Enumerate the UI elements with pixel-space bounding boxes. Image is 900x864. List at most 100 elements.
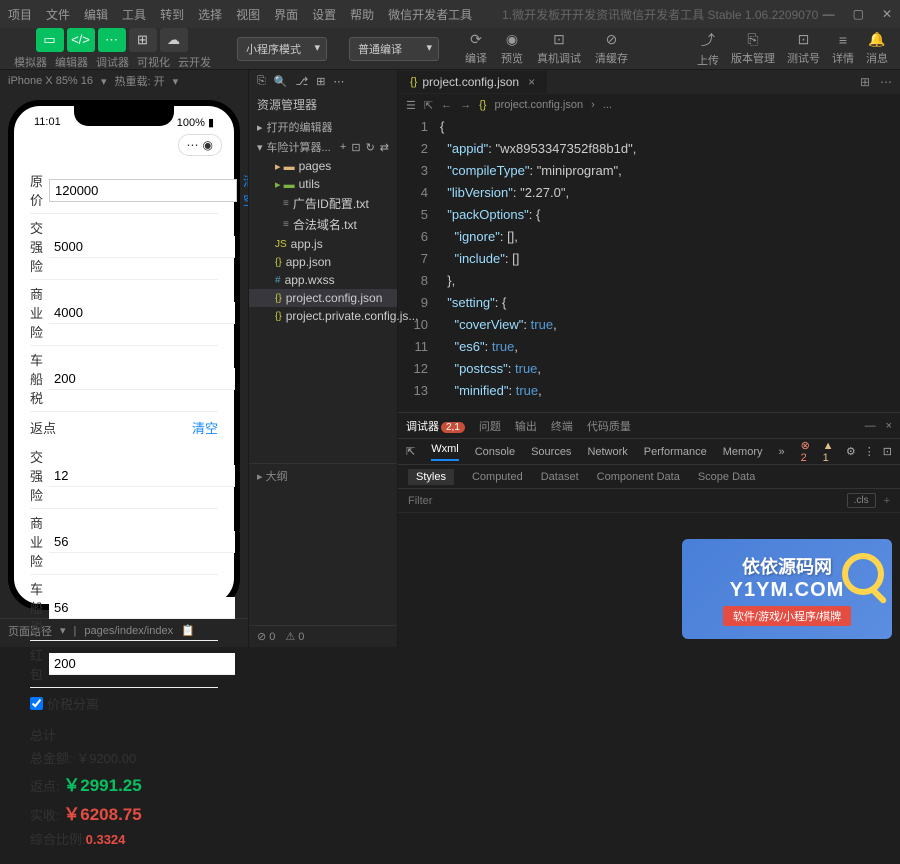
tree-app.wxss[interactable]: #app.wxss — [249, 271, 397, 289]
tab-performance[interactable]: Performance — [644, 446, 707, 458]
tab-computed[interactable]: Computed — [472, 471, 523, 483]
orig-input[interactable] — [49, 179, 237, 202]
tab-close-icon[interactable]: × — [528, 75, 535, 89]
mode-dropdown[interactable]: 小程序模式 — [237, 37, 327, 61]
minimize-icon[interactable]: — — [823, 7, 835, 21]
menu-转到[interactable]: 转到 — [160, 6, 184, 23]
min-icon[interactable]: — — [865, 420, 876, 432]
capsule-button[interactable]: ⋯◉ — [178, 134, 222, 156]
cc2-input[interactable] — [49, 597, 235, 619]
tab-styles[interactable]: Styles — [408, 469, 454, 485]
sy-input[interactable] — [49, 302, 235, 324]
tree-app.js[interactable]: JSapp.js — [249, 235, 397, 253]
tree-utils[interactable]: ▸ ▬utils — [249, 175, 397, 193]
add-icon[interactable]: + — [884, 495, 890, 507]
maximize-icon[interactable]: ▢ — [853, 7, 864, 21]
err-icon[interactable]: ⊘ 0 — [257, 630, 275, 643]
compile-dropdown[interactable]: 普通编译 — [349, 37, 439, 61]
project-name[interactable]: 车险计算器... — [267, 139, 331, 155]
code-editor[interactable]: 12345678910111213 { "appid": "wx89533473… — [398, 116, 900, 412]
menu-工具[interactable]: 工具 — [122, 6, 146, 23]
more-icon[interactable]: ⋯ — [880, 75, 892, 89]
close-icon[interactable]: ✕ — [882, 7, 892, 21]
menu-项目[interactable]: 项目 — [8, 6, 32, 23]
code-body[interactable]: { "appid": "wx8953347352f88b1d", "compil… — [440, 116, 900, 412]
split-icon[interactable]: ⊞ — [860, 75, 870, 89]
warn-count[interactable]: ▲ 1 — [823, 440, 838, 464]
warn-icon[interactable]: ⚠ 0 — [285, 630, 304, 643]
settings-icon[interactable]: ⚙ — [846, 445, 856, 458]
tree-project.private.config.js...[interactable]: {}project.private.config.js... — [249, 307, 397, 325]
dbgtab-调试器[interactable]: 调试器2,1 — [406, 414, 465, 438]
tree-合法域名.txt[interactable]: ≡合法域名.txt — [249, 214, 397, 235]
debugger-button[interactable]: ⋯ — [98, 28, 126, 52]
back-icon[interactable]: ← — [441, 99, 452, 111]
cloud-button[interactable]: ☁ — [160, 28, 188, 52]
editor-button[interactable]: </> — [67, 28, 95, 52]
bookmark-icon[interactable]: ⇱ — [424, 99, 433, 112]
tab-wxml[interactable]: Wxml — [431, 443, 459, 461]
tree-广告ID配置.txt[interactable]: ≡广告ID配置.txt — [249, 193, 397, 214]
tax-checkbox[interactable] — [30, 697, 43, 710]
tab-console[interactable]: Console — [475, 446, 515, 458]
jq-input[interactable] — [49, 236, 235, 258]
action-真机调试[interactable]: ⊡真机调试 — [537, 31, 581, 66]
menu-帮助[interactable]: 帮助 — [350, 6, 374, 23]
tab-dataset[interactable]: Dataset — [541, 471, 579, 483]
tab-sources[interactable]: Sources — [531, 446, 571, 458]
error-count[interactable]: ⊗ 2 — [801, 439, 815, 464]
right-详情[interactable]: ≡详情 — [832, 32, 854, 66]
menu-编辑[interactable]: 编辑 — [84, 6, 108, 23]
tab-memory[interactable]: Memory — [723, 446, 763, 458]
action-预览[interactable]: ◉预览 — [501, 31, 523, 66]
inspect-icon[interactable]: ⇱ — [406, 445, 415, 458]
more-tabs-icon[interactable]: » — [779, 446, 785, 458]
menu-视图[interactable]: 视图 — [236, 6, 260, 23]
dbgtab-输出[interactable]: 输出 — [515, 414, 537, 438]
branch-icon[interactable]: ⎇ — [296, 75, 309, 88]
tree-app.json[interactable]: {}app.json — [249, 253, 397, 271]
right-上传[interactable]: ⤴上传 — [697, 30, 719, 68]
filter-input[interactable] — [408, 495, 847, 507]
device-label[interactable]: iPhone X 85% 16 — [8, 75, 93, 87]
outline-section[interactable]: 大纲 — [266, 471, 288, 483]
tab-compdata[interactable]: Component Data — [597, 471, 680, 483]
fwd-icon[interactable]: → — [460, 99, 471, 111]
visual-button[interactable]: ⊞ — [129, 28, 157, 52]
action-编译[interactable]: ⟳编译 — [465, 31, 487, 66]
clear-button-2[interactable]: 清空 — [192, 418, 218, 437]
dbgtab-终端[interactable]: 终端 — [551, 414, 573, 438]
right-版本管理[interactable]: ⎘版本管理 — [731, 31, 775, 66]
menu-选择[interactable]: 选择 — [198, 6, 222, 23]
jq2-input[interactable] — [49, 465, 235, 487]
tab-network[interactable]: Network — [587, 446, 627, 458]
menu-微信开发者工具[interactable]: 微信开发者工具 — [388, 6, 472, 23]
dock-icon[interactable]: ⊡ — [883, 445, 892, 458]
menu-文件[interactable]: 文件 — [46, 6, 70, 23]
ext-icon[interactable]: ⊞ — [316, 75, 325, 88]
right-测试号[interactable]: ⊡测试号 — [787, 31, 820, 66]
hb-input[interactable] — [49, 653, 235, 675]
files-icon[interactable]: ⎘ — [257, 75, 266, 88]
opened-editors[interactable]: 打开的编辑器 — [267, 119, 333, 135]
action-清缓存[interactable]: ⊘清缓存 — [595, 31, 628, 66]
dbgtab-问题[interactable]: 问题 — [479, 414, 501, 438]
menu-界面[interactable]: 界面 — [274, 6, 298, 23]
hot-reload-label[interactable]: 热重载: 开 — [115, 73, 165, 89]
tree-project.config.json[interactable]: {}project.config.json — [249, 289, 397, 307]
right-消息[interactable]: 🔔消息 — [866, 31, 888, 66]
menu-icon[interactable]: ☰ — [406, 99, 416, 112]
sy2-input[interactable] — [49, 531, 235, 553]
search-icon[interactable]: 🔍 — [274, 75, 288, 88]
tab-project-config[interactable]: {}project.config.json× — [398, 71, 548, 93]
more-icon[interactable]: ⋯ — [333, 75, 344, 88]
close-icon[interactable]: × — [886, 420, 892, 432]
more-icon[interactable]: ⋮ — [864, 445, 875, 458]
simulator-button[interactable]: ▭ — [36, 28, 64, 52]
tab-scopedata[interactable]: Scope Data — [698, 471, 755, 483]
cc-input[interactable] — [49, 368, 235, 390]
menu-设置[interactable]: 设置 — [312, 6, 336, 23]
dbgtab-代码质量[interactable]: 代码质量 — [587, 414, 631, 438]
cls-button[interactable]: .cls — [847, 493, 876, 508]
tree-pages[interactable]: ▸ ▬pages — [249, 157, 397, 175]
